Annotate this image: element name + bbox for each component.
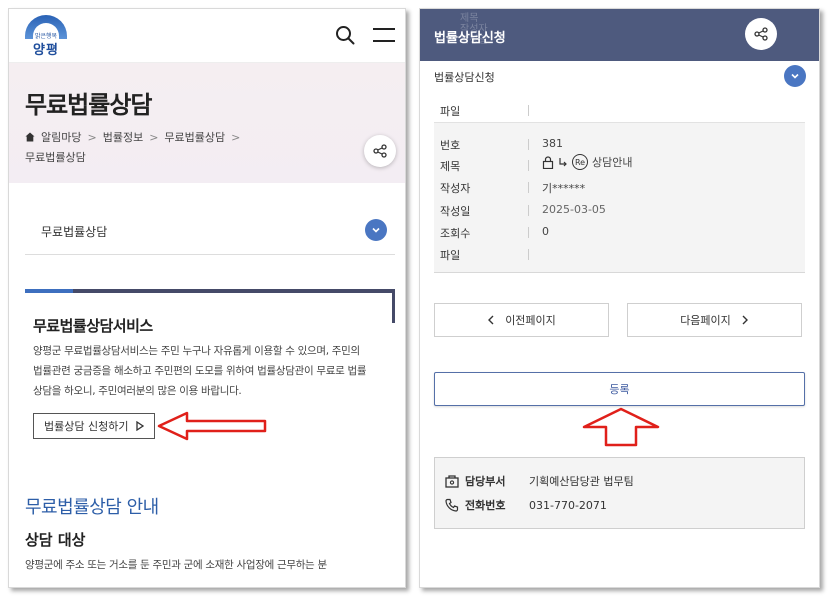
previous-post-file-row: 파일: [434, 95, 805, 123]
author-label: 작성자: [440, 182, 471, 195]
submenu-select-label: 무료법률상담: [41, 225, 108, 239]
department-row: 담당부서 기획예산담당관 법무팀: [445, 473, 634, 489]
chevron-right-icon: [742, 315, 748, 325]
breadcrumb-item-free-consult[interactable]: 무료법률상담: [164, 129, 225, 145]
register-label: 등록: [609, 383, 630, 396]
breadcrumb-item-notice[interactable]: 알림마당: [41, 129, 81, 145]
chevron-down-icon[interactable]: [365, 219, 387, 241]
views-value: 0: [542, 225, 549, 238]
service-desc-line: 상담을 하오니, 주민여러분의 많은 이용 바랍니다.: [33, 385, 242, 397]
chevron-down-icon[interactable]: [784, 65, 806, 87]
yangpyeong-logo[interactable]: 맑은행복 양평: [23, 15, 69, 59]
service-desc-line: 법률관련 궁금증을 해소하고 주민편의 도모를 위하여 법률상담관이 무료로 법…: [33, 365, 367, 377]
breadcrumb-item-current[interactable]: 무료법률상담: [25, 149, 86, 165]
apply-consultation-label: 법률상담 신청하기: [44, 420, 129, 433]
mobile-page-legal-consultation: 맑은행복 양평 무료법률상담 알림마당 > 법률정보 > 무료법률상담 > 무료…: [8, 8, 406, 588]
date-value: 2025-03-05: [542, 203, 606, 216]
apply-consultation-button[interactable]: 법률상담 신청하기: [33, 413, 156, 439]
post-info-table: 번호 381 제목 Re 상담안내 작성자 기****** 작성일 2025-0…: [434, 123, 805, 273]
service-desc-line: 양평군 무료법률상담서비스는 주민 누구나 자유롭게 이용할 수 있으며, 주민…: [33, 345, 360, 357]
share-icon: [373, 144, 387, 158]
number-value: 381: [542, 137, 563, 150]
next-page-button[interactable]: 다음페이지: [627, 303, 802, 337]
board-submenu-label: 법률상담신청: [434, 71, 495, 84]
search-icon[interactable]: [335, 25, 355, 45]
building-icon: [445, 474, 459, 488]
author-value: 기******: [542, 182, 586, 195]
page-title: 무료법률상담: [25, 91, 152, 119]
number-label: 번호: [440, 139, 461, 152]
share-button[interactable]: [745, 18, 777, 50]
share-icon: [754, 27, 768, 41]
title-label: 제목: [440, 160, 461, 173]
play-arrow-icon: [136, 421, 145, 431]
title-value-row[interactable]: Re 상담안내: [542, 154, 632, 170]
guide-title: 무료법률상담 안내: [25, 497, 159, 518]
previous-page-label: 이전페이지: [505, 314, 556, 327]
red-arrow-up-annotation: [582, 407, 660, 447]
board-title: 법률상담신청: [434, 31, 506, 46]
reply-badge-icon: Re: [572, 154, 588, 170]
breadcrumb-separator: >: [87, 130, 97, 144]
date-label: 작성일: [440, 205, 471, 218]
file-label: 파일: [440, 105, 461, 118]
next-page-label: 다음페이지: [680, 314, 731, 327]
reply-arrow-icon: [559, 158, 567, 167]
phone-row: 전화번호 031-770-2071: [445, 497, 607, 513]
logo-text: 양평: [33, 43, 59, 58]
home-icon[interactable]: [25, 132, 35, 142]
page-hero: 무료법률상담 알림마당 > 법률정보 > 무료법률상담 > 무료법률상담: [9, 63, 405, 183]
breadcrumb-item-legal-info[interactable]: 법률정보: [103, 129, 143, 145]
site-header: 맑은행복 양평: [9, 9, 405, 63]
service-title: 무료법률상담서비스: [33, 317, 153, 335]
department-value: 기획예산담당관 법무팀: [529, 475, 634, 488]
red-arrow-left-annotation: [157, 411, 267, 441]
service-description: 양평군 무료법률상담서비스는 주민 누구나 자유롭게 이용할 수 있으며, 주민…: [33, 341, 393, 401]
department-label: 담당부서: [465, 475, 506, 488]
phone-label: 전화번호: [465, 499, 506, 512]
breadcrumb: 알림마당 > 법률정보 > 무료법률상담 >: [25, 129, 240, 145]
submenu-select[interactable]: 무료법률상담: [25, 209, 395, 255]
board-submenu-select[interactable]: 법률상담신청: [420, 61, 819, 95]
chevron-left-icon: [488, 315, 494, 325]
register-button[interactable]: 등록: [434, 372, 805, 406]
phone-value[interactable]: 031-770-2071: [529, 499, 607, 512]
lock-icon: [542, 155, 554, 169]
previous-page-button[interactable]: 이전페이지: [434, 303, 609, 337]
share-button[interactable]: [364, 135, 396, 167]
title-value[interactable]: 상담안내: [592, 154, 632, 170]
guide-subtitle: 상담 대상: [25, 531, 86, 549]
file-label: 파일: [440, 249, 461, 262]
screenshot-stage: 맑은행복 양평 무료법률상담 알림마당 > 법률정보 > 무료법률상담 > 무료…: [0, 0, 831, 600]
breadcrumb-separator: >: [231, 130, 241, 144]
guide-description: 양평군에 주소 또는 거소를 둔 주민과 군에 소재한 사업장에 근무하는 분: [25, 559, 327, 571]
breadcrumb-separator: >: [149, 130, 159, 144]
contact-info-box: 담당부서 기획예산담당관 법무팀 전화번호 031-770-2071: [434, 457, 805, 529]
views-label: 조회수: [440, 227, 471, 240]
hamburger-menu-icon[interactable]: [373, 27, 395, 43]
phone-icon: [445, 498, 459, 512]
board-header: 제목 작성자 작성일 법률상담신청: [420, 9, 819, 61]
mobile-page-consultation-board: 제목 작성자 작성일 법률상담신청 법률상담신청 파일 번호 381 제목 Re…: [419, 8, 820, 588]
